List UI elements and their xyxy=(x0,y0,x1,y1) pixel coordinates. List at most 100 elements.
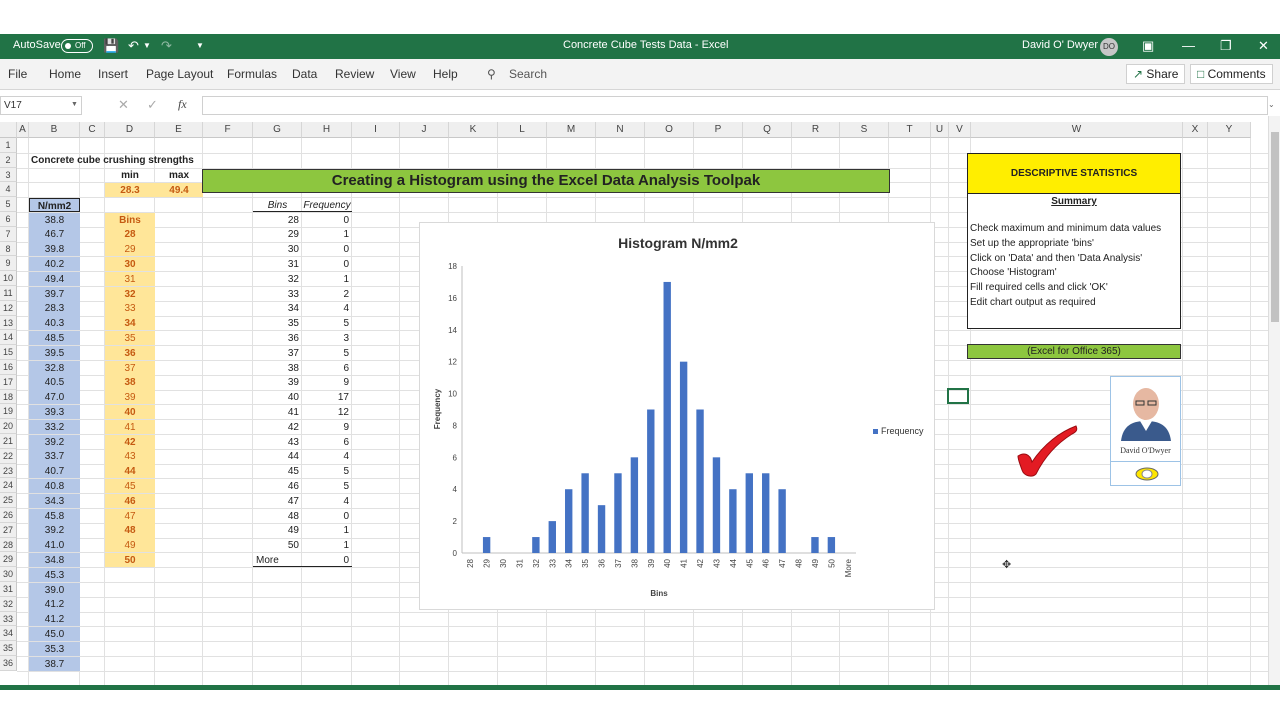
row-header[interactable]: 4 xyxy=(0,182,17,198)
strength-cell[interactable]: 39.3 xyxy=(29,404,80,420)
strength-cell[interactable]: 38.7 xyxy=(29,656,80,671)
column-header[interactable]: N xyxy=(596,122,645,138)
freq-bin-cell[interactable]: 39 xyxy=(253,375,302,389)
row-header[interactable]: 20 xyxy=(0,419,17,434)
active-cell-selector[interactable] xyxy=(947,388,969,404)
freq-value-cell[interactable]: 17 xyxy=(302,390,352,404)
tab-review[interactable]: Review xyxy=(335,67,374,81)
column-header[interactable]: W xyxy=(971,122,1183,138)
column-header[interactable]: U xyxy=(931,122,949,138)
freq-bins-header[interactable]: Bins xyxy=(253,198,302,212)
min-label-cell[interactable]: min xyxy=(105,168,155,182)
row-header[interactable]: 36 xyxy=(0,656,17,671)
column-header[interactable]: D xyxy=(105,122,155,138)
freq-bin-cell[interactable]: 44 xyxy=(253,449,302,463)
name-box-dropdown-icon[interactable]: ▼ xyxy=(71,101,78,108)
strength-cell[interactable]: 40.8 xyxy=(29,478,80,494)
row-header[interactable]: 6 xyxy=(0,212,17,227)
row-header[interactable]: 32 xyxy=(0,596,17,612)
sheet-title-cell[interactable]: Concrete cube crushing strengths xyxy=(29,153,229,167)
row-header[interactable]: 12 xyxy=(0,300,17,316)
row-header[interactable]: 29 xyxy=(0,552,17,568)
row-header[interactable]: 7 xyxy=(0,226,17,242)
freq-bin-cell[interactable]: More xyxy=(253,553,302,568)
bin-cell[interactable]: 34 xyxy=(105,316,155,331)
freq-value-cell[interactable]: 6 xyxy=(302,361,352,375)
undo-dropdown-icon[interactable]: ▼ xyxy=(143,38,151,54)
presenter-card[interactable]: David O'Dwyer xyxy=(1110,376,1181,486)
freq-bin-cell[interactable]: 42 xyxy=(253,420,302,434)
freq-value-cell[interactable]: 4 xyxy=(302,301,352,315)
row-header[interactable]: 1 xyxy=(0,138,17,153)
freq-bin-cell[interactable]: 32 xyxy=(253,272,302,286)
enter-icon[interactable]: ✓ xyxy=(147,97,158,113)
freq-value-cell[interactable]: 9 xyxy=(302,375,352,389)
freq-bin-cell[interactable]: 50 xyxy=(253,538,302,552)
freq-value-cell[interactable]: 5 xyxy=(302,464,352,478)
freq-frequency-header[interactable]: Frequency xyxy=(302,198,352,212)
strength-cell[interactable]: 32.8 xyxy=(29,360,80,375)
strength-cell[interactable]: 47.0 xyxy=(29,390,80,405)
column-header[interactable]: R xyxy=(792,122,840,138)
tab-data[interactable]: Data xyxy=(292,67,317,81)
column-header[interactable]: I xyxy=(352,122,400,138)
bin-cell[interactable]: 49 xyxy=(105,538,155,553)
select-all-corner[interactable] xyxy=(0,122,17,138)
max-label-cell[interactable]: max xyxy=(155,168,203,182)
strength-cell[interactable]: 45.0 xyxy=(29,626,80,642)
worksheet-grid[interactable]: ABCDEFGHIJKLMNOPQRSTUVWXY 1 2 3 4 5 6 7 8 9 10 11 1… xyxy=(0,122,1268,685)
row-header[interactable]: 9 xyxy=(0,256,17,272)
bin-cell[interactable]: 29 xyxy=(105,242,155,257)
freq-value-cell[interactable]: 6 xyxy=(302,435,352,449)
tab-file[interactable]: File xyxy=(8,67,27,81)
user-avatar[interactable]: DO xyxy=(1100,38,1118,56)
bin-cell[interactable]: 41 xyxy=(105,419,155,434)
row-header[interactable]: 13 xyxy=(0,315,17,331)
freq-value-cell[interactable]: 1 xyxy=(302,538,352,552)
strength-cell[interactable]: 33.2 xyxy=(29,419,80,434)
bin-cell[interactable]: 39 xyxy=(105,390,155,405)
bin-cell[interactable]: 46 xyxy=(105,493,155,508)
row-header[interactable]: 28 xyxy=(0,537,17,553)
column-header[interactable]: F xyxy=(203,122,253,138)
row-header[interactable]: 16 xyxy=(0,360,17,375)
strength-cell[interactable]: 34.8 xyxy=(29,552,80,568)
row-header[interactable]: 34 xyxy=(0,626,17,642)
row-header[interactable]: 24 xyxy=(0,478,17,494)
strength-cell[interactable]: 39.8 xyxy=(29,242,80,257)
expand-formula-icon[interactable]: ⌄ xyxy=(1268,100,1275,109)
row-header[interactable]: 31 xyxy=(0,582,17,597)
bins-label-cell[interactable]: Bins xyxy=(105,212,155,227)
tab-formulas[interactable]: Formulas xyxy=(227,67,277,81)
freq-bin-cell[interactable]: 38 xyxy=(253,361,302,375)
column-header[interactable]: Y xyxy=(1208,122,1251,138)
freq-bin-cell[interactable]: 31 xyxy=(253,257,302,271)
freq-value-cell[interactable]: 0 xyxy=(302,213,352,227)
tab-view[interactable]: View xyxy=(390,67,416,81)
strength-cell[interactable]: 41.2 xyxy=(29,612,80,627)
strength-cell[interactable]: 40.5 xyxy=(29,375,80,390)
comments-button[interactable]: □ Comments xyxy=(1190,64,1273,84)
column-header[interactable]: P xyxy=(694,122,743,138)
bin-cell[interactable]: 47 xyxy=(105,508,155,523)
strength-cell[interactable]: 38.8 xyxy=(29,212,80,227)
freq-bin-cell[interactable]: 46 xyxy=(253,479,302,493)
strength-cell[interactable]: 34.3 xyxy=(29,493,80,508)
insert-function-icon[interactable]: fx xyxy=(178,97,187,112)
tab-home[interactable]: Home xyxy=(49,67,81,81)
freq-value-cell[interactable]: 2 xyxy=(302,287,352,301)
strength-cell[interactable]: 28.3 xyxy=(29,301,80,316)
banner-title[interactable]: Creating a Histogram using the Excel Dat… xyxy=(202,169,890,193)
row-header[interactable]: 26 xyxy=(0,508,17,523)
freq-bin-cell[interactable]: 30 xyxy=(253,242,302,256)
row-header[interactable]: 5 xyxy=(0,197,17,212)
freq-value-cell[interactable]: 1 xyxy=(302,272,352,286)
row-header[interactable]: 11 xyxy=(0,286,17,301)
search-icon[interactable]: ⚲ xyxy=(487,67,496,81)
strength-cell[interactable]: 39.2 xyxy=(29,523,80,538)
strength-cell[interactable]: 40.7 xyxy=(29,464,80,479)
column-header[interactable]: T xyxy=(889,122,931,138)
freq-bin-cell[interactable]: 45 xyxy=(253,464,302,478)
bin-cell[interactable]: 50 xyxy=(105,552,155,568)
row-header[interactable]: 25 xyxy=(0,493,17,508)
